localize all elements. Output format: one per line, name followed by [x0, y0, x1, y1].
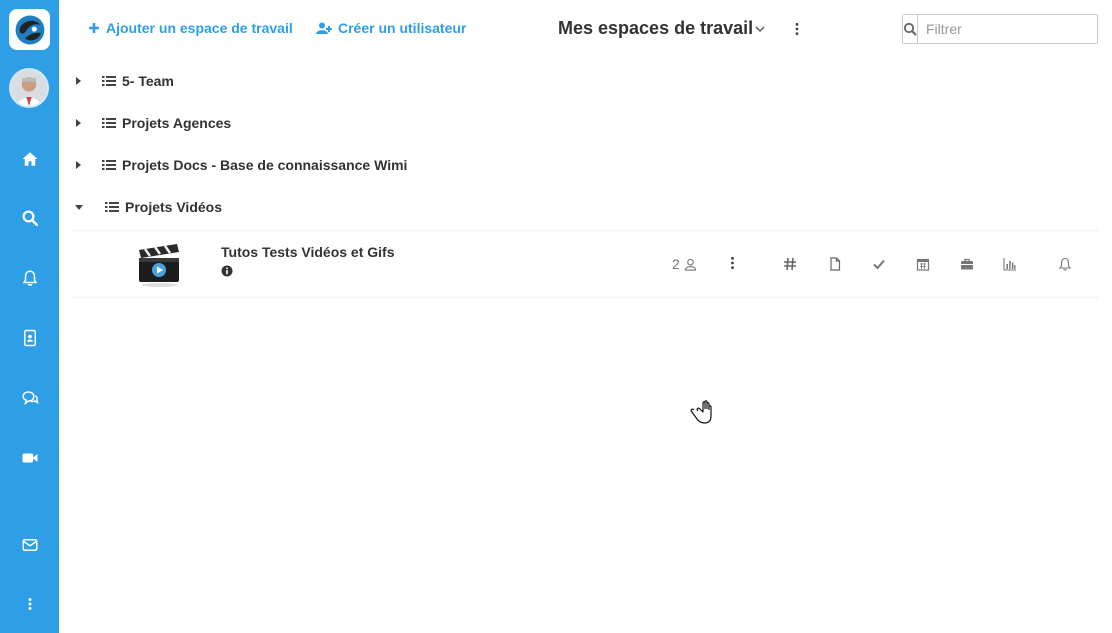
title-more-button[interactable]	[791, 20, 803, 38]
hash-icon[interactable]	[783, 257, 797, 271]
list-icon	[102, 160, 116, 170]
tree-item-projets-agences[interactable]: Projets Agences	[59, 109, 1112, 137]
member-count[interactable]: 2	[672, 256, 697, 272]
list-icon	[105, 202, 119, 212]
add-user-icon	[316, 22, 332, 34]
avatar-photo-icon	[11, 70, 47, 106]
add-workspace-button[interactable]: Ajouter un espace de travail	[88, 20, 293, 36]
user-avatar[interactable]	[9, 68, 49, 108]
sidebar-notifications-button[interactable]	[0, 258, 59, 298]
calendar-icon[interactable]	[916, 257, 930, 271]
bell-icon[interactable]	[1058, 257, 1072, 271]
app-logo[interactable]	[9, 9, 50, 50]
home-icon	[22, 152, 37, 166]
video-icon	[22, 453, 37, 463]
more-vertical-icon	[795, 22, 799, 36]
header-bar: Ajouter un espace de travail Créer un ut…	[59, 0, 1112, 58]
sidebar-chat-button[interactable]	[0, 378, 59, 418]
member-count-value: 2	[672, 256, 680, 272]
workspace-title[interactable]: Tutos Tests Vidéos et Gifs	[221, 244, 394, 260]
chat-icon	[21, 391, 39, 406]
more-vertical-icon	[28, 598, 31, 610]
more-vertical-icon	[730, 256, 734, 270]
tree-item-label: Projets Vidéos	[125, 199, 223, 215]
bar-chart-icon[interactable]	[1003, 257, 1017, 271]
mail-icon	[22, 539, 37, 551]
clapperboard-video-icon	[139, 244, 179, 287]
workspace-more-button[interactable]	[727, 256, 737, 274]
contacts-icon	[23, 329, 36, 347]
page-title: Mes espaces de travail	[558, 18, 754, 38]
workspace-card[interactable]: Tutos Tests Vidéos et Gifs 2	[72, 230, 1098, 298]
hand-cursor-icon	[690, 400, 712, 424]
sidebar-more-button[interactable]	[0, 584, 59, 624]
create-user-button[interactable]: Créer un utilisateur	[316, 20, 466, 36]
filter-input[interactable]	[918, 15, 1107, 43]
chevron-down-icon[interactable]	[753, 22, 767, 36]
info-icon[interactable]	[221, 265, 233, 277]
bell-icon	[22, 270, 37, 286]
briefcase-icon[interactable]	[960, 257, 974, 271]
sidebar-mail-button[interactable]	[0, 525, 59, 565]
filter-box	[902, 14, 1107, 44]
user-icon	[684, 258, 696, 271]
wimi-logo-icon	[15, 15, 44, 44]
add-workspace-label: Ajouter un espace de travail	[106, 20, 293, 36]
filter-search-button[interactable]	[903, 15, 918, 43]
tree-item-label: 5- Team	[122, 73, 174, 89]
sidebar-search-button[interactable]	[0, 198, 59, 238]
tree-item-label: Projets Docs - Base de connaissance Wimi	[122, 157, 408, 173]
caret-right-icon[interactable]	[73, 76, 83, 86]
search-icon	[903, 22, 917, 36]
sidebar-video-button[interactable]	[0, 438, 59, 478]
list-icon	[102, 76, 116, 86]
tree-item-projets-videos[interactable]: Projets Vidéos	[59, 193, 1112, 221]
plus-icon	[89, 23, 99, 33]
sidebar-home-button[interactable]	[0, 139, 59, 179]
sidebar-contacts-button[interactable]	[0, 318, 59, 358]
check-icon[interactable]	[872, 257, 886, 271]
create-user-label: Créer un utilisateur	[338, 20, 467, 36]
tree-item-projets-docs[interactable]: Projets Docs - Base de connaissance Wimi	[59, 151, 1112, 179]
caret-right-icon[interactable]	[73, 160, 83, 170]
tree-item-5-team[interactable]: 5- Team	[59, 67, 1112, 95]
caret-down-icon[interactable]	[74, 202, 84, 212]
caret-right-icon[interactable]	[73, 118, 83, 128]
file-icon[interactable]	[828, 257, 842, 271]
list-icon	[102, 118, 116, 128]
search-icon	[22, 210, 38, 227]
sidebar	[0, 0, 59, 633]
tree-item-label: Projets Agences	[122, 115, 232, 131]
